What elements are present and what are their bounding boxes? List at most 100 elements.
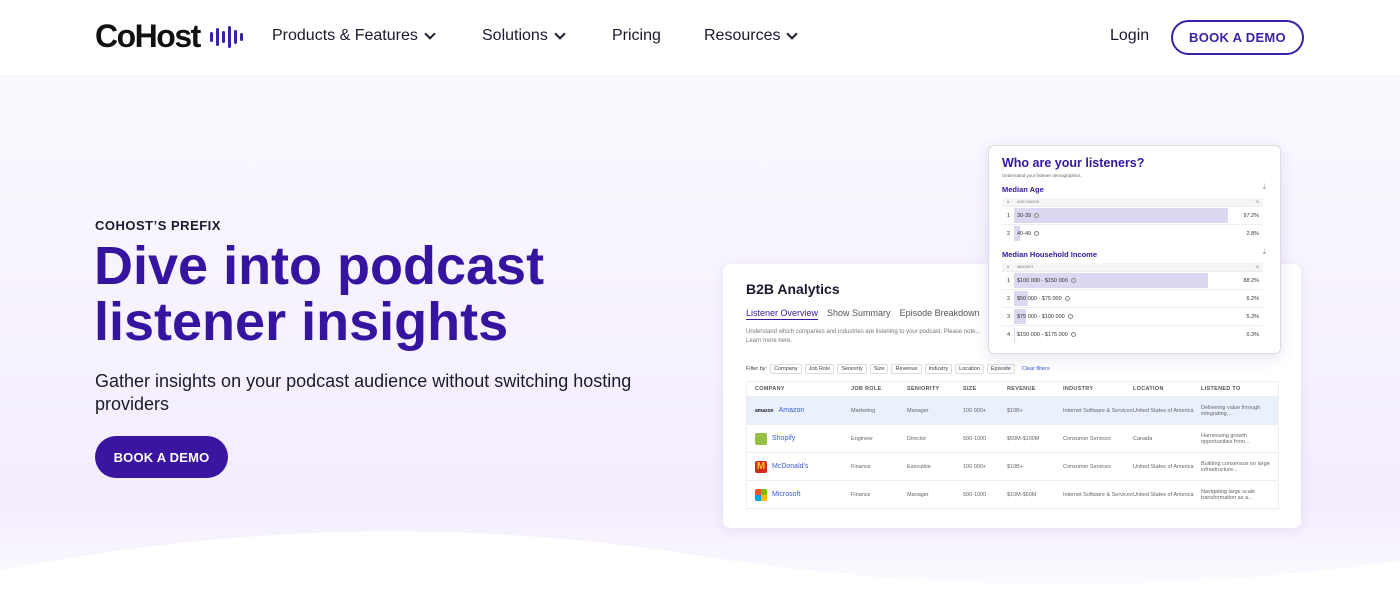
row-number: 1	[1007, 212, 1011, 219]
nav-pricing-label: Pricing	[612, 27, 661, 44]
nav-resources-label: Resources	[704, 27, 781, 44]
revenue-cell: $10B+	[1007, 463, 1024, 470]
hero-eyebrow: COHOST’S PREFIX	[95, 218, 221, 233]
range-cell: 30-39	[1014, 213, 1233, 219]
median-income-table: # AMOUNT % 1 $100 000 - $150 000 88.2% 2…	[1002, 263, 1263, 343]
download-icon[interactable]: ⤓	[1262, 247, 1266, 257]
percent-cell: 6.2%	[1246, 295, 1259, 302]
filter-location[interactable]: Location	[955, 364, 984, 374]
book-demo-nav-button[interactable]: BOOK A DEMO	[1171, 20, 1304, 55]
column-header: %	[1255, 200, 1259, 204]
info-icon[interactable]	[1064, 295, 1070, 301]
tab-episode-breakdown[interactable]: Episode Breakdown	[900, 308, 980, 320]
chevron-down-icon	[424, 28, 436, 40]
row-number: 2	[1007, 230, 1011, 237]
info-icon[interactable]	[1070, 331, 1076, 337]
column-header[interactable]: SENIORITY	[907, 386, 963, 392]
mcdonalds-logo-icon: M	[755, 460, 767, 473]
location-cell: United States of America	[1133, 463, 1194, 470]
range-cell: 40-49	[1014, 231, 1233, 237]
range-label: $150 000 - $175 000	[1017, 331, 1068, 338]
nav-solutions[interactable]: Solutions	[482, 27, 566, 45]
company-name[interactable]: Shopify	[772, 435, 795, 442]
seniority-cell: Executive	[907, 463, 931, 470]
info-icon[interactable]	[1070, 277, 1076, 283]
seniority-cell: Manager	[907, 407, 929, 414]
filter-industry[interactable]: Industry	[924, 364, 953, 374]
location-cell: United States of America	[1133, 491, 1194, 498]
industry-cell: Consumer Services	[1063, 463, 1111, 470]
column-header[interactable]: COMPANY	[747, 386, 851, 392]
b2b-description: Understand which companies and industrie…	[746, 329, 981, 344]
table-row: 1 30-39 97.2%	[1002, 206, 1263, 224]
listeners-subtitle: Understand your listener demographics.	[1002, 173, 1082, 178]
filter-episode[interactable]: Episode	[986, 364, 1015, 374]
seniority-cell: Manager	[907, 491, 929, 498]
info-icon[interactable]	[1067, 313, 1073, 319]
chevron-down-icon	[554, 28, 566, 40]
size-cell: 100 000+	[963, 407, 987, 414]
column-header: #	[1007, 265, 1010, 269]
table-header: # AGE RANGE %	[1002, 198, 1263, 206]
column-header[interactable]: INDUSTRY	[1063, 386, 1133, 392]
hero-subhead: Gather insights on your podcast audience…	[95, 371, 632, 414]
range-cell: $75 000 - $100 000	[1014, 314, 1233, 320]
role-cell: Marketing	[851, 407, 876, 414]
company-name[interactable]: McDonald's	[772, 463, 808, 470]
clear-filters-link[interactable]: Clear filters	[1022, 366, 1050, 372]
range-cell: $50 000 - $75 000	[1014, 296, 1233, 302]
percent-cell: 88.2%	[1243, 277, 1259, 284]
column-header[interactable]: LOCATION	[1133, 386, 1201, 392]
filter-revenue[interactable]: Revenue	[891, 364, 922, 374]
listeners-card: Who are your listeners? Understand your …	[988, 145, 1281, 354]
table-row[interactable]: M McDonald's Finance Executive 100 000+ …	[747, 452, 1278, 480]
role-cell: Finance	[851, 463, 871, 470]
nav-pricing[interactable]: Pricing	[612, 27, 661, 45]
login-link[interactable]: Login	[1110, 27, 1149, 45]
info-icon[interactable]	[1034, 212, 1040, 218]
table-row[interactable]: Shopify Engineer Director 500-1000 $50M-…	[747, 424, 1278, 452]
shopify-logo-icon	[755, 432, 767, 445]
tab-show-summary[interactable]: Show Summary	[827, 308, 891, 320]
column-header[interactable]: SIZE	[963, 386, 1007, 392]
column-header: %	[1255, 265, 1259, 269]
table-header: # AMOUNT %	[1002, 263, 1263, 271]
column-header: #	[1007, 200, 1010, 204]
column-header: AMOUNT	[1017, 265, 1034, 269]
download-icon[interactable]: ⤓	[1262, 182, 1266, 192]
table-row: 1 $100 000 - $150 000 88.2%	[1002, 271, 1263, 289]
column-header[interactable]: LISTENED TO	[1201, 386, 1271, 392]
tab-listener-overview[interactable]: Listener Overview	[746, 308, 819, 320]
hero-headline: Dive into podcast listener insights	[94, 236, 545, 352]
filter-company[interactable]: Company	[770, 364, 802, 374]
nav-resources[interactable]: Resources	[704, 27, 799, 45]
company-cell: Microsoft	[747, 488, 851, 501]
listened-cell: Harnessing growth opportunities from...	[1201, 432, 1250, 445]
column-header[interactable]: REVENUE	[1007, 386, 1063, 392]
table-row: 3 $75 000 - $100 000 5.3%	[1002, 307, 1263, 325]
company-cell: Shopify	[747, 432, 851, 445]
listened-cell: Navigating large scale transformation as…	[1201, 488, 1256, 501]
table-row[interactable]: amazon Amazon Marketing Manager 100 000+…	[747, 396, 1278, 424]
range-cell: $150 000 - $175 000	[1014, 332, 1233, 338]
row-number: 1	[1007, 277, 1011, 284]
median-age-table: # AGE RANGE % 1 30-39 97.2% 2 40-49 2.8%	[1002, 198, 1263, 242]
revenue-cell: $10B+	[1007, 407, 1024, 414]
filter-size[interactable]: Size	[869, 364, 889, 374]
brand-name: CoHost	[95, 18, 201, 54]
range-label: 40-49	[1017, 230, 1032, 237]
listeners-title: Who are your listeners?	[1002, 156, 1145, 170]
column-header[interactable]: JOB ROLE	[851, 386, 907, 392]
brand-logo[interactable]: CoHost	[95, 18, 243, 55]
median-income-label: Median Household Income	[1002, 250, 1098, 259]
book-demo-cta-button[interactable]: BOOK A DEMO	[95, 436, 228, 478]
nav-products[interactable]: Products & Features	[272, 27, 436, 45]
filter-seniority[interactable]: Seniority	[837, 364, 867, 374]
filter-job-role[interactable]: Job Role	[804, 364, 835, 374]
size-cell: 500-1000	[963, 435, 987, 442]
info-icon[interactable]	[1034, 230, 1040, 236]
range-label: $50 000 - $75 000	[1017, 295, 1062, 302]
company-name[interactable]: Microsoft	[772, 491, 800, 498]
table-row[interactable]: Microsoft Finance Manager 500-1000 $10M-…	[747, 480, 1278, 508]
company-name[interactable]: Amazon	[779, 407, 805, 414]
